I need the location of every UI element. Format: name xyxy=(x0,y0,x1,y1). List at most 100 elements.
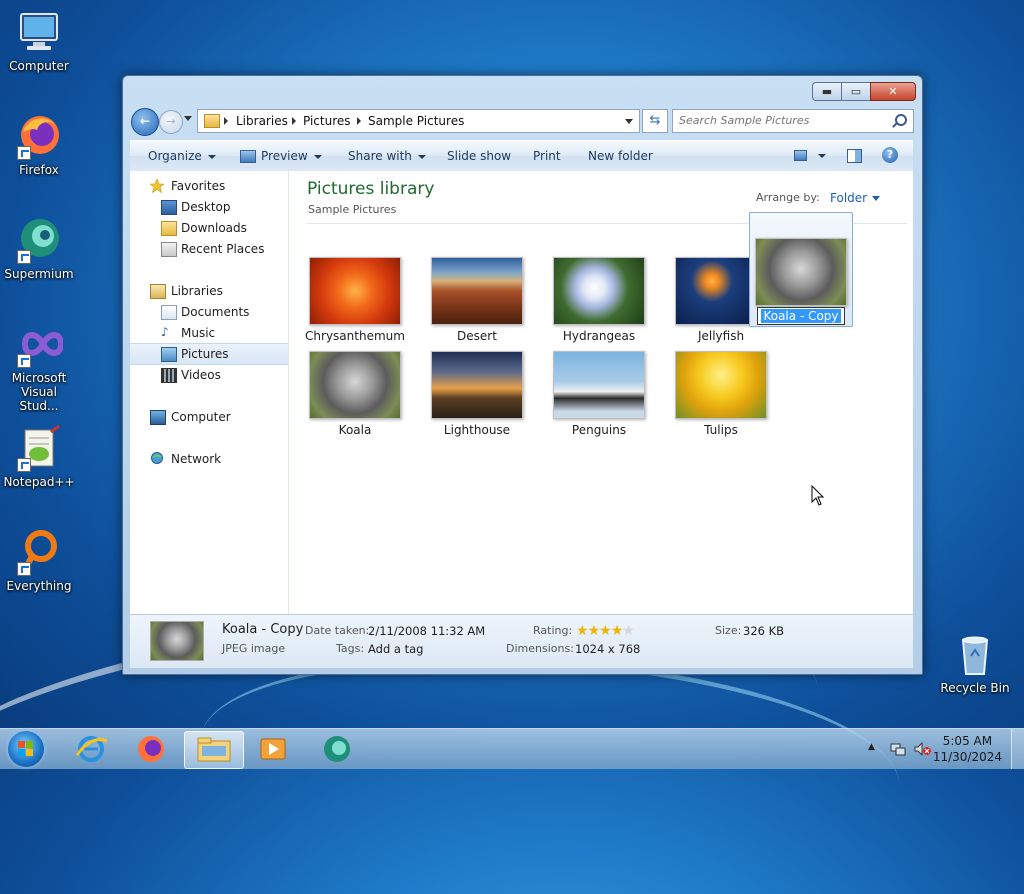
back-button[interactable]: ← xyxy=(131,108,159,136)
search-input[interactable] xyxy=(679,112,879,128)
file-tile-selected[interactable]: Koala - Copy xyxy=(749,212,853,327)
thumbnail xyxy=(553,351,645,419)
breadcrumb-sample-pictures[interactable]: Sample Pictures xyxy=(368,114,464,128)
start-button[interactable] xyxy=(8,731,44,767)
desktop-icon-recycle-bin[interactable]: Recycle Bin xyxy=(937,630,1013,695)
show-desktop-button[interactable] xyxy=(1011,729,1024,769)
breadcrumb-separator-icon[interactable] xyxy=(357,117,361,125)
page-title: Pictures library xyxy=(307,179,435,199)
nav-favorites[interactable]: Favorites xyxy=(130,176,288,196)
slide-show-button[interactable]: Slide show xyxy=(447,149,511,163)
share-with-label: Share with xyxy=(348,149,412,163)
breadcrumb-pictures[interactable]: Pictures xyxy=(303,114,351,128)
nav-videos[interactable]: Videos xyxy=(130,365,288,385)
address-dropdown-icon[interactable] xyxy=(625,119,633,124)
rating-stars[interactable]: ★★★★★ xyxy=(576,623,635,639)
desktop-icon-firefox[interactable]: Firefox xyxy=(1,112,77,177)
nav-computer[interactable]: Computer xyxy=(130,407,288,427)
forward-button[interactable]: → xyxy=(159,110,183,134)
taskbar-windows-explorer[interactable] xyxy=(184,731,244,769)
preview-pane-icon xyxy=(847,148,862,163)
computer-icon xyxy=(15,8,63,56)
desktop-icon-label: Recycle Bin xyxy=(940,681,1010,695)
search-icon[interactable] xyxy=(895,114,907,126)
star-filled-icon[interactable]: ★ xyxy=(599,623,612,639)
nav-pictures[interactable]: Pictures xyxy=(130,343,288,365)
file-tile[interactable]: Tulips xyxy=(660,351,782,441)
preview-pane-button[interactable] xyxy=(847,148,867,163)
date-taken-value[interactable]: 2/11/2008 11:32 AM xyxy=(368,624,485,638)
tags-value[interactable]: Add a tag xyxy=(368,642,423,656)
refresh-icon: ⇆ xyxy=(649,113,661,128)
organize-label: Organize xyxy=(148,149,202,163)
documents-icon xyxy=(161,305,177,320)
nav-label: Downloads xyxy=(181,221,247,235)
preview-button[interactable]: Preview xyxy=(240,149,322,163)
desktop-icon-everything[interactable]: Everything xyxy=(1,528,77,593)
network-status-icon[interactable] xyxy=(890,742,906,759)
file-tile[interactable]: Koala xyxy=(294,351,416,441)
nav-network[interactable]: Network xyxy=(130,449,288,469)
refresh-button[interactable]: ⇆ xyxy=(642,109,668,133)
help-icon: ? xyxy=(886,148,894,161)
breadcrumb-separator-icon[interactable] xyxy=(292,117,296,125)
file-tile[interactable]: Lighthouse xyxy=(416,351,538,441)
address-row: ← → Libraries Pictures Sample Pictures ⇆ xyxy=(131,108,914,136)
taskbar-firefox[interactable] xyxy=(122,731,180,767)
taskbar-internet-explorer[interactable] xyxy=(62,731,120,767)
taskbar-supermium[interactable] xyxy=(308,731,366,767)
file-tile[interactable]: Penguins xyxy=(538,351,660,441)
network-icon xyxy=(150,452,164,465)
file-tile[interactable]: Hydrangeas xyxy=(538,257,660,347)
new-folder-button[interactable]: New folder xyxy=(588,149,653,163)
computer-icon xyxy=(150,410,166,425)
nav-desktop[interactable]: Desktop xyxy=(130,197,288,217)
organize-button[interactable]: Organize xyxy=(148,149,216,163)
taskbar-media-player[interactable] xyxy=(244,731,302,767)
star-filled-icon[interactable]: ★ xyxy=(588,623,601,639)
share-with-button[interactable]: Share with xyxy=(348,149,426,163)
change-view-button[interactable] xyxy=(794,148,826,162)
star-filled-icon[interactable]: ★ xyxy=(611,623,624,639)
file-tile[interactable]: Chrysanthemum xyxy=(294,257,416,347)
star-icon xyxy=(149,178,165,194)
search-box[interactable] xyxy=(672,109,914,133)
rename-field[interactable]: Koala - Copy xyxy=(757,307,845,325)
desktop-icon-computer[interactable]: Computer xyxy=(1,8,77,73)
desktop-icon-notepadpp[interactable]: Notepad++ xyxy=(1,424,77,489)
file-tile[interactable]: Desert xyxy=(416,257,538,347)
arrange-by-dropdown[interactable]: Folder xyxy=(830,191,881,205)
nav-libraries[interactable]: Libraries xyxy=(130,281,288,301)
nav-downloads[interactable]: Downloads xyxy=(130,218,288,238)
navigation-pane: Favorites Desktop Downloads Recent Place… xyxy=(130,171,289,614)
volume-muted-icon[interactable] xyxy=(914,741,932,759)
desktop-icon-visual-studio[interactable]: Microsoft Visual Stud... xyxy=(1,320,77,413)
breadcrumb-libraries[interactable]: Libraries xyxy=(236,114,288,128)
rename-text[interactable]: Koala - Copy xyxy=(761,309,841,323)
star-empty-icon[interactable]: ★ xyxy=(622,623,635,639)
print-button[interactable]: Print xyxy=(533,149,561,163)
recent-pages-dropdown[interactable] xyxy=(184,116,192,121)
desktop-icon-supermium[interactable]: Supermium xyxy=(1,216,77,281)
close-button[interactable]: ✕ xyxy=(870,82,916,101)
music-icon: ♪ xyxy=(161,325,169,339)
maximize-button[interactable]: ▭ xyxy=(841,82,871,101)
nav-music[interactable]: ♪ Music xyxy=(130,323,288,343)
file-name: Jellyfish xyxy=(697,329,745,343)
nav-recent-places[interactable]: Recent Places xyxy=(130,239,288,259)
desktop-icon xyxy=(161,200,177,215)
thumbnail xyxy=(309,351,401,419)
help-button[interactable]: ? xyxy=(882,147,898,163)
breadcrumb-separator-icon[interactable] xyxy=(224,117,228,125)
system-clock[interactable]: 5:05 AM 11/30/2024 xyxy=(933,733,1002,765)
rating-label: Rating: xyxy=(533,624,573,637)
file-name: Tulips xyxy=(704,423,738,437)
address-bar[interactable]: Libraries Pictures Sample Pictures xyxy=(197,109,640,133)
star-filled-icon[interactable]: ★ xyxy=(576,623,589,639)
details-pane: Koala - Copy JPEG image Date taken: 2/11… xyxy=(130,614,913,668)
libraries-icon xyxy=(150,284,166,299)
nav-documents[interactable]: Documents xyxy=(130,302,288,322)
details-thumbnail xyxy=(150,621,204,661)
minimize-button[interactable]: ▬ xyxy=(812,82,842,101)
show-hidden-icons-button[interactable]: ▲ xyxy=(868,742,875,752)
